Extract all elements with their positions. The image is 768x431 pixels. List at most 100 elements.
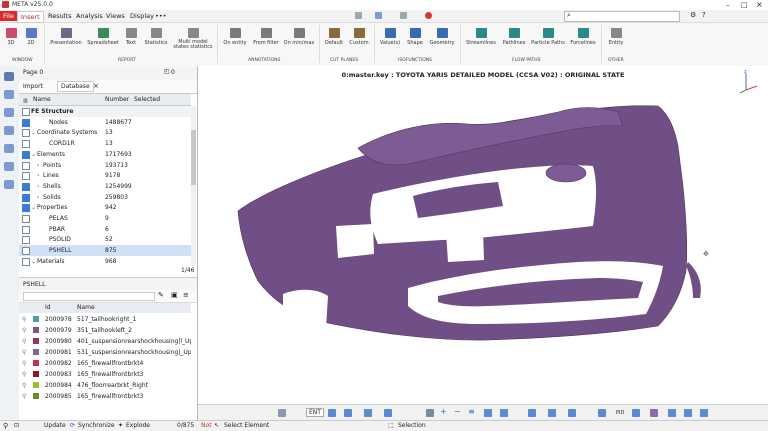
shaded-icon[interactable] — [650, 409, 658, 417]
tree-row[interactable]: ⌄ Elements 1717693 — [19, 149, 191, 160]
ribbon-on-entity[interactable]: On entity — [221, 28, 249, 46]
wireframe-icon[interactable] — [668, 409, 676, 417]
filter-view-icon[interactable] — [548, 409, 556, 417]
pin-icon[interactable]: ⚲ — [22, 347, 26, 358]
tree-row[interactable]: › Solids 259803 — [19, 192, 191, 203]
list-item[interactable]: ⚲ 2000983 165_firewallfrontbrkt3 — [19, 369, 191, 380]
zoom-fit-icon[interactable] — [598, 409, 606, 417]
pin-icon[interactable]: ⚲ — [22, 325, 26, 336]
box-select-icon[interactable] — [384, 409, 392, 417]
row-checkbox[interactable] — [22, 118, 30, 127]
ribbon-presentation[interactable]: Presentation — [48, 28, 84, 46]
row-checkbox[interactable] — [22, 257, 30, 266]
ribbon-from-filter[interactable]: From filter — [252, 28, 280, 46]
pick-icon[interactable] — [344, 409, 352, 417]
maximize-icon[interactable]: □ — [741, 1, 748, 9]
list-item[interactable]: ⚲ 2000985 165_firewallfrontbrkt3 — [19, 391, 191, 402]
ribbon-3d[interactable]: 3D — [4, 28, 18, 46]
chevron-down-icon[interactable]: ⌄ — [31, 202, 36, 213]
lasso-icon[interactable] — [364, 409, 372, 417]
minus-icon[interactable]: − — [454, 407, 461, 416]
viewport[interactable]: 0:master.key : TOYOTA YARIS DETAILED MOD… — [198, 66, 768, 404]
chevron-right-icon[interactable]: › — [37, 192, 39, 203]
tree-row[interactable]: ⌄ Coordinate Systems 13 — [19, 127, 191, 138]
parts-icon[interactable] — [4, 90, 14, 99]
pid-label[interactable]: PID — [616, 410, 624, 416]
menu-more[interactable]: ••• — [152, 11, 170, 21]
synchronize-button[interactable]: Synchronize — [78, 422, 115, 429]
row-checkbox[interactable] — [22, 225, 30, 234]
record-icon[interactable] — [425, 12, 432, 19]
pin-icon[interactable]: ⚲ — [22, 336, 26, 347]
tree-row[interactable]: ⌄ Materials 968 — [19, 256, 191, 266]
ribbon-on-minmax[interactable]: On min/max — [283, 28, 315, 46]
scrollbar-thumb[interactable] — [191, 130, 196, 185]
pin-icon[interactable]: ⚲ — [22, 358, 26, 369]
tree-row[interactable]: FE Structure — [19, 106, 191, 117]
box-view-icon[interactable] — [684, 409, 692, 417]
column-name[interactable]: Name — [33, 94, 51, 105]
menu-insert[interactable]: Insert — [17, 11, 44, 23]
page-label[interactable]: Page 0 — [23, 69, 43, 76]
tree-scrollbar[interactable] — [191, 106, 196, 266]
results-icon[interactable] — [4, 144, 14, 153]
ribbon-streamlines[interactable]: Streamlines — [464, 28, 498, 46]
ribbon-custom[interactable]: Custom — [348, 28, 370, 46]
sync-icon[interactable] — [375, 12, 382, 19]
column-id[interactable]: Id — [45, 303, 51, 313]
entity-type-select[interactable]: ENT — [306, 408, 324, 417]
pen-icon[interactable] — [426, 409, 434, 417]
chevron-right-icon[interactable]: › — [37, 170, 39, 181]
tree-row[interactable]: › Shells 1254999 — [19, 181, 191, 192]
menu-views[interactable]: Views — [103, 11, 128, 21]
menu-icon[interactable]: ≡ — [183, 291, 189, 299]
list-item[interactable]: ⚲ 2000978 517_tailhookright_1 — [19, 314, 191, 325]
tree-row[interactable]: PELAS 9 — [19, 213, 191, 224]
column-selected[interactable]: Selected — [134, 94, 160, 105]
list-item[interactable]: ⚲ 2000981 531_suspensionrearshockhousing|_… — [19, 347, 191, 358]
ribbon-geometry[interactable]: Geometry — [428, 28, 456, 46]
chevron-down-icon[interactable]: ⌄ — [31, 256, 36, 266]
tree-row[interactable]: PSOLID 52 — [19, 234, 191, 245]
ribbon-particle-paths[interactable]: Particle Paths — [530, 28, 566, 46]
pin-icon[interactable]: ⚲ — [22, 369, 26, 380]
select-icon[interactable] — [328, 409, 336, 417]
lock-view-icon[interactable] — [528, 409, 536, 417]
model-tree-icon[interactable] — [4, 72, 14, 81]
tree-row[interactable]: PBAR 6 — [19, 224, 191, 235]
chevron-down-icon[interactable]: ⌄ — [31, 127, 36, 138]
row-checkbox[interactable] — [22, 150, 30, 159]
tab-database[interactable]: Database — [57, 81, 94, 92]
ribbon-default[interactable]: Default — [323, 28, 345, 46]
tab-import[interactable]: Import — [23, 83, 43, 90]
menu-analysis[interactable]: Analysis — [73, 11, 106, 21]
row-checkbox[interactable] — [22, 193, 30, 202]
tree-row[interactable]: CORD1R 13 — [19, 138, 191, 149]
update-button[interactable]: Update — [44, 422, 66, 429]
list-item[interactable]: ⚲ 2000984 476_floorrearbrkt_Right — [19, 380, 191, 391]
tree-row[interactable]: › Lines 9178 — [19, 170, 191, 181]
tree-row[interactable]: › Points 193713 — [19, 160, 191, 171]
ribbon-shape[interactable]: Shape — [404, 28, 426, 46]
tree-row[interactable]: Nodes 1488677 — [19, 117, 191, 128]
connections-icon[interactable] — [4, 108, 14, 117]
search-box[interactable]: ⌕ — [564, 11, 680, 22]
plus-icon[interactable]: + — [440, 407, 447, 416]
chevron-right-icon[interactable]: › — [37, 160, 39, 171]
list-item[interactable]: ⚲ 2000980 401_suspensionrearshockhousing|l… — [19, 336, 191, 347]
lock-icon[interactable]: ▣ — [171, 291, 178, 299]
list-item[interactable]: ⚲ 2000982 165_firewallfrontbrkt4 — [19, 358, 191, 369]
ribbon-spreadsheet[interactable]: Spreadsheet — [86, 28, 120, 46]
pin-icon[interactable]: ⚲ — [3, 422, 8, 430]
settings-icon[interactable] — [355, 12, 362, 19]
view-cube-icon[interactable] — [278, 409, 286, 417]
row-checkbox[interactable] — [22, 129, 30, 138]
row-checkbox[interactable] — [22, 161, 30, 170]
equals-icon[interactable]: ≡ — [468, 407, 475, 416]
row-checkbox[interactable] — [22, 204, 30, 213]
row-checkbox[interactable] — [22, 108, 30, 116]
minimize-icon[interactable]: – — [726, 1, 730, 9]
search-input[interactable] — [575, 12, 655, 20]
groups-icon[interactable] — [4, 126, 14, 135]
row-checkbox[interactable] — [22, 247, 30, 256]
